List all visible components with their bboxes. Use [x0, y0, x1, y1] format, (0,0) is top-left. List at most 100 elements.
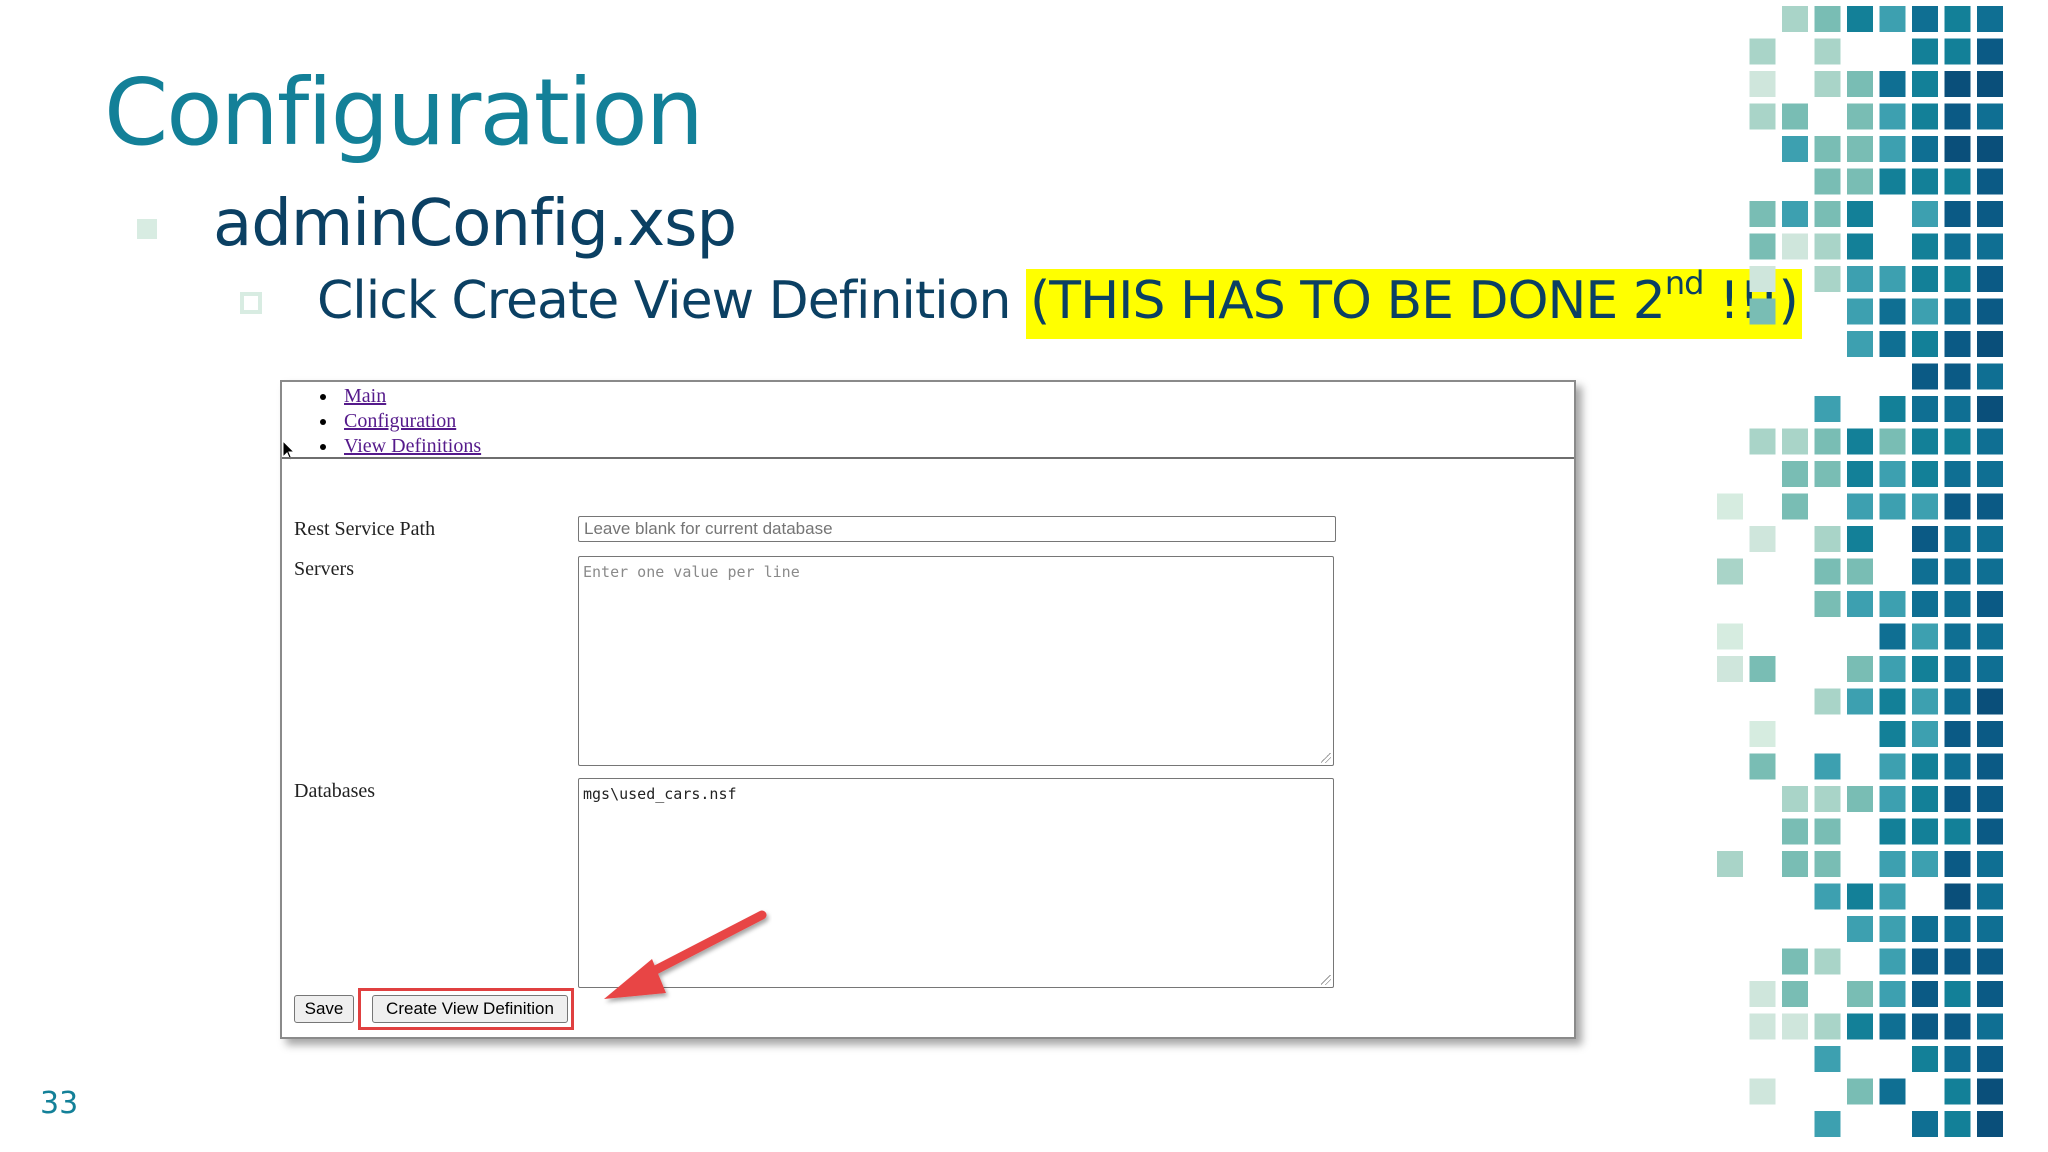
- decorative-tile: [1879, 103, 1906, 130]
- nav-item-configuration: Configuration: [320, 409, 481, 434]
- decorative-tile: [1814, 591, 1841, 617]
- decorative-tile: [1847, 428, 1873, 455]
- decorative-tile: [1977, 786, 2003, 812]
- decorative-tile: [1814, 1013, 1841, 1040]
- decorative-tile: [1977, 71, 2003, 97]
- sub-bullet-marker: [240, 292, 262, 314]
- rest-service-path-input[interactable]: [578, 516, 1336, 542]
- decorative-tile: [1847, 1013, 1873, 1040]
- decorative-tile: [1912, 38, 1938, 65]
- decorative-tile: [1847, 656, 1873, 682]
- decorative-tile: [1912, 103, 1938, 130]
- decorative-tile: [1749, 266, 1776, 292]
- decorative-tile: [1847, 558, 1873, 585]
- decorative-tile: [1814, 396, 1841, 422]
- decorative-tile: [1749, 38, 1776, 65]
- decorative-tile: [1847, 266, 1873, 292]
- decorative-tile: [1879, 656, 1906, 682]
- decorative-tile: [1782, 233, 1808, 260]
- decorative-tile: [1912, 753, 1938, 780]
- nav-link-view-definitions[interactable]: View Definitions: [344, 435, 481, 457]
- decorative-tile: [1782, 6, 1808, 32]
- decorative-tile: [1912, 948, 1938, 975]
- decorative-tile: [1782, 786, 1808, 812]
- decorative-tile: [1814, 266, 1841, 292]
- decorative-tile: [1717, 656, 1743, 682]
- decorative-tile: [1879, 298, 1906, 325]
- decorative-tile: [1944, 883, 1971, 910]
- decorative-tile: [1944, 136, 1971, 162]
- decorative-tile: [1944, 38, 1971, 65]
- decorative-tile: [1944, 298, 1971, 325]
- decorative-tile: [1977, 233, 2003, 260]
- decorative-tile: [1749, 1078, 1776, 1105]
- decorative-tile: [1944, 428, 1971, 455]
- decorative-tile: [1977, 331, 2003, 357]
- decorative-tile: [1912, 1111, 1938, 1137]
- decorative-tile: [1879, 331, 1906, 357]
- decorative-tile: [1814, 1046, 1841, 1072]
- decorative-tile: [1717, 623, 1743, 650]
- decorative-tile: [1847, 168, 1873, 195]
- decorative-tile: [1912, 266, 1938, 292]
- decorative-tile: [1879, 883, 1906, 910]
- save-button[interactable]: Save: [294, 995, 354, 1023]
- decorative-tile: [1847, 883, 1873, 910]
- decorative-tile: [1944, 103, 1971, 130]
- decorative-tile: [1879, 623, 1906, 650]
- decorative-tile: [1749, 428, 1776, 455]
- decorative-tile: [1912, 688, 1938, 715]
- decorative-tile: [1912, 721, 1938, 747]
- decorative-tile: [1912, 656, 1938, 682]
- decorative-tile: [1749, 103, 1776, 130]
- decorative-tile: [1912, 331, 1938, 357]
- decorative-tile: [1977, 851, 2003, 877]
- decorative-tile: [1977, 6, 2003, 32]
- decorative-tile: [1912, 233, 1938, 260]
- decorative-tile: [1814, 753, 1841, 780]
- decorative-tile: [1912, 396, 1938, 422]
- decorative-tile: [1912, 201, 1938, 227]
- browser-screenshot: Main Configuration View Definitions Rest…: [280, 380, 1576, 1039]
- decorative-tile: [1749, 753, 1776, 780]
- decorative-tile: [1944, 948, 1971, 975]
- nav-link-main[interactable]: Main: [344, 385, 386, 407]
- decorative-tile: [1847, 1078, 1873, 1105]
- decorative-tile: [1944, 363, 1971, 390]
- decorative-tile: [1977, 656, 2003, 682]
- servers-textarea[interactable]: Enter one value per line: [578, 556, 1334, 766]
- decorative-tile: [1847, 6, 1873, 32]
- decorative-tile: [1977, 266, 2003, 292]
- decorative-tile: [1879, 168, 1906, 195]
- decorative-tile: [1879, 461, 1906, 487]
- decorative-tile: [1977, 526, 2003, 552]
- decorative-tile: [1944, 818, 1971, 845]
- decorative-tile: [1879, 71, 1906, 97]
- decorative-tile: [1912, 1046, 1938, 1072]
- decorative-tile: [1977, 753, 2003, 780]
- decorative-tile: [1977, 721, 2003, 747]
- decorative-tile: [1847, 916, 1873, 942]
- decorative-tile: [1977, 201, 2003, 227]
- decorative-tile: [1847, 981, 1873, 1007]
- decorative-tile: [1814, 948, 1841, 975]
- decorative-tile: [1814, 883, 1841, 910]
- decorative-tile: [1847, 461, 1873, 487]
- decorative-tile: [1879, 753, 1906, 780]
- nav-link-configuration[interactable]: Configuration: [344, 410, 456, 432]
- highlighted-warning: (THIS HAS TO BE DONE 2nd !!!): [1026, 264, 1802, 339]
- decorative-tile: [1879, 851, 1906, 877]
- decorative-tile: [1944, 721, 1971, 747]
- resize-grip-icon[interactable]: [1321, 975, 1331, 985]
- decorative-tile: [1717, 493, 1743, 520]
- decorative-tile: [1879, 266, 1906, 292]
- decorative-tile: [1912, 916, 1938, 942]
- decorative-tile: [1847, 136, 1873, 162]
- decorative-tile: [1814, 786, 1841, 812]
- decorative-tile: [1879, 1078, 1906, 1105]
- decorative-tile: [1977, 688, 2003, 715]
- decorative-tile: [1879, 493, 1906, 520]
- databases-label: Databases: [294, 780, 376, 802]
- decorative-tile: [1847, 786, 1873, 812]
- resize-grip-icon[interactable]: [1321, 753, 1331, 763]
